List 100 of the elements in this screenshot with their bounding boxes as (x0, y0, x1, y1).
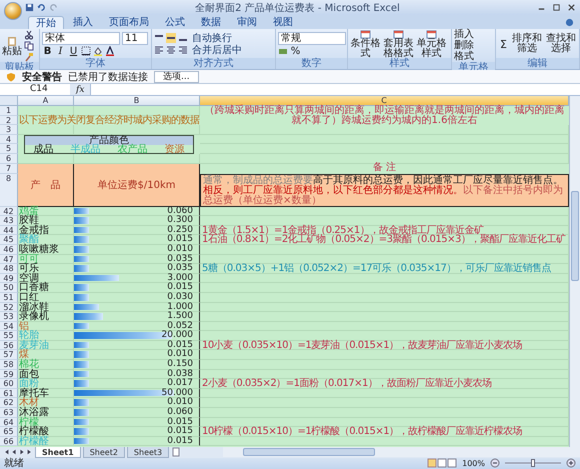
column-header[interactable]: A (18, 96, 74, 106)
row-header[interactable]: 54 (0, 322, 18, 332)
table-cell-text: 0.017 (167, 379, 194, 388)
sheet-tab[interactable]: Sheet3 (126, 446, 170, 458)
row-header[interactable]: 46 (0, 244, 18, 255)
table-cell-text: 1.000 (166, 302, 194, 312)
align-right-icon[interactable] (178, 45, 188, 55)
row-header[interactable]: 8 (0, 174, 18, 207)
row-header[interactable]: 48 (0, 264, 18, 274)
row-header[interactable]: 55 (0, 331, 18, 341)
row-header[interactable]: 43 (0, 216, 18, 226)
ribbon-tab[interactable]: 插入 (66, 16, 100, 29)
border-icon[interactable] (81, 46, 91, 56)
merge-center-button[interactable]: 合并后居中 (190, 44, 244, 56)
sheet-nav-arrows-icon[interactable] (3, 448, 33, 456)
row-header[interactable]: 59 (0, 370, 18, 380)
format-button[interactable]: B (42, 46, 53, 56)
copy-icon[interactable] (24, 41, 34, 51)
close-icon[interactable] (567, 3, 576, 12)
row-header[interactable]: 62 (0, 398, 18, 408)
cells-button[interactable]: 格式 (454, 52, 474, 62)
row-header[interactable]: 65 (0, 427, 18, 437)
fill-color-icon[interactable] (93, 46, 103, 56)
row-header[interactable]: 53 (0, 312, 18, 322)
name-box[interactable]: C14 (0, 84, 70, 95)
format-button[interactable]: U (68, 46, 79, 56)
editing-button[interactable]: 查找和选择 (545, 34, 577, 54)
align-middle-icon[interactable] (166, 33, 176, 43)
wrap-text-button[interactable]: 自动换行 (190, 32, 234, 44)
align-center-icon[interactable] (166, 45, 176, 55)
function-label[interactable]: fx (70, 84, 90, 94)
sheet-tab[interactable]: Sheet1 (35, 446, 81, 458)
brush-icon[interactable] (24, 52, 34, 62)
style-button[interactable]: 条件格式 (350, 30, 381, 58)
autosum-button[interactable]: Σ (498, 38, 509, 50)
options-button[interactable]: 选项... (154, 70, 199, 82)
scroll-thumb[interactable] (243, 448, 376, 456)
paste-button[interactable]: 粘贴 (2, 35, 22, 57)
row-header[interactable]: 1 (0, 106, 18, 116)
currency-icon[interactable] (278, 46, 288, 56)
ribbon-tab[interactable]: 数据 (194, 16, 228, 29)
save-icon[interactable] (25, 3, 34, 12)
row-header[interactable]: 50 (0, 283, 18, 293)
view-buttons-icon[interactable] (427, 458, 458, 468)
row-header[interactable]: 57 (0, 350, 18, 360)
editing-button[interactable]: 排序和筛选 (511, 34, 543, 54)
zoom-in-icon[interactable] (566, 458, 576, 468)
ribbon-tab[interactable]: 公式 (158, 16, 192, 29)
table-cell-text: 20.000 (160, 331, 194, 340)
style-button[interactable]: 套用表格格式 (383, 30, 414, 58)
row-header[interactable]: 4 (0, 134, 18, 144)
row-header[interactable]: 63 (0, 408, 18, 418)
row-header[interactable]: 61 (0, 388, 18, 398)
table-cell-text: 0.015 (166, 418, 194, 427)
font-name-field[interactable]: 宋体 (42, 32, 120, 44)
column-header[interactable]: C (200, 96, 569, 106)
row-header[interactable]: 7 (0, 164, 18, 174)
ribbon-tab[interactable]: 视图 (266, 16, 300, 29)
cells-button[interactable]: 插入 (454, 30, 474, 40)
row-header[interactable]: 60 (0, 379, 18, 389)
row-header[interactable]: 51 (0, 292, 18, 302)
number-format-field[interactable]: 常规 (278, 32, 346, 44)
row-header[interactable]: 42 (0, 206, 18, 216)
row-header[interactable]: 45 (0, 235, 18, 245)
row-header[interactable]: 6 (0, 154, 18, 164)
cells-button[interactable]: 删除 (454, 41, 474, 51)
row-header[interactable]: 44 (0, 226, 18, 236)
ribbon-tab[interactable]: 开始 (28, 16, 64, 29)
align-left-icon[interactable] (154, 45, 164, 55)
row-header[interactable]: 64 (0, 418, 18, 428)
row-header[interactable]: 5 (0, 144, 18, 154)
font-size-field[interactable]: 11 (122, 32, 148, 44)
horizontal-scrollbar[interactable] (223, 447, 580, 458)
zoom-level[interactable]: 100% (462, 458, 485, 468)
column-header[interactable]: B (74, 96, 200, 106)
row-header[interactable]: 58 (0, 360, 18, 370)
format-button[interactable]: I (55, 46, 66, 56)
slider-thumb[interactable] (531, 459, 535, 468)
sheet-tab[interactable]: Sheet2 (82, 446, 125, 458)
scroll-thumb[interactable] (571, 191, 579, 281)
zoom-out-icon[interactable] (490, 458, 500, 468)
ribbon-tab[interactable]: 页面布局 (102, 16, 156, 29)
new-sheet-icon[interactable] (171, 447, 182, 458)
row-header[interactable]: 3 (0, 125, 18, 135)
ribbon-tab[interactable]: 审阅 (230, 16, 264, 29)
row-header[interactable]: 56 (0, 340, 18, 350)
row-header[interactable]: 49 (0, 274, 18, 284)
vertical-scrollbar[interactable] (569, 96, 580, 447)
formula-field[interactable] (90, 84, 580, 95)
style-button[interactable]: 单元格样式 (416, 30, 447, 58)
percent-button[interactable]: % (290, 46, 301, 56)
table-cell-text: 50.000 (160, 388, 194, 398)
row-header[interactable]: 47 (0, 254, 18, 264)
font-color-icon[interactable] (105, 46, 115, 56)
row-header[interactable]: 66 (0, 436, 18, 446)
row-header[interactable]: 52 (0, 302, 18, 312)
undo-icon[interactable] (37, 3, 46, 12)
maximize-icon[interactable] (552, 3, 561, 12)
scissors-icon[interactable] (24, 30, 34, 40)
row-header[interactable]: 2 (0, 116, 18, 126)
